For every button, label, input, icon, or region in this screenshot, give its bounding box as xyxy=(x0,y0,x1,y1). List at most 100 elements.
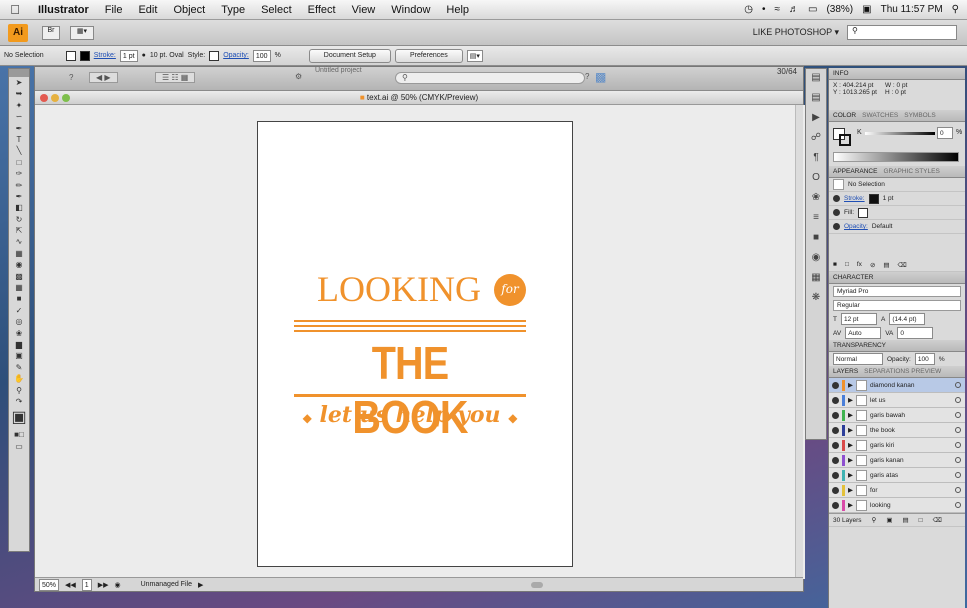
minimize-window-button[interactable] xyxy=(51,94,59,102)
visibility-eye-icon[interactable] xyxy=(833,195,840,202)
line-tool-icon[interactable]: ╲ xyxy=(9,145,29,156)
menu-window[interactable]: Window xyxy=(383,4,438,16)
blob-brush-tool-icon[interactable]: ✒ xyxy=(9,191,29,202)
menu-edit[interactable]: Edit xyxy=(130,4,165,16)
folder-icon[interactable]: ▩ xyxy=(595,70,606,84)
layer-name[interactable]: garis kanan xyxy=(870,457,904,464)
layer-name[interactable]: let us xyxy=(870,397,886,404)
layer-row[interactable]: ▶ garis atas xyxy=(829,468,965,483)
clear-appearance-icon[interactable]: ⊘ xyxy=(870,261,875,269)
layer-row[interactable]: ▶ for xyxy=(829,483,965,498)
layer-name[interactable]: garis atas xyxy=(870,472,898,479)
appearance-stroke-label[interactable]: Stroke: xyxy=(844,195,865,202)
menu-view[interactable]: View xyxy=(344,4,384,16)
visibility-eye-icon[interactable] xyxy=(832,501,839,509)
free-transform-tool-icon[interactable]: ▦ xyxy=(9,248,29,259)
menu-file[interactable]: File xyxy=(97,4,131,16)
arrange-documents-button[interactable]: ▦▾ xyxy=(70,25,94,40)
visibility-eye-icon[interactable] xyxy=(832,456,839,464)
layer-row[interactable]: ▶ let us xyxy=(829,393,965,408)
status-menu-arrow[interactable]: ▶ xyxy=(198,581,203,589)
slice-tool-icon[interactable]: ✎ xyxy=(9,362,29,373)
stroke-swatch[interactable] xyxy=(79,50,90,61)
brushes-icon[interactable]: ❀ xyxy=(806,189,826,207)
expand-arrow-icon[interactable]: ▶ xyxy=(848,456,853,464)
info-panel-header[interactable]: INFO xyxy=(829,68,965,80)
links-icon[interactable]: ☍ xyxy=(806,129,826,147)
artwork-looking-text[interactable]: LOOKING xyxy=(294,268,504,310)
visibility-eye-icon[interactable] xyxy=(832,426,839,434)
visibility-eye-icon[interactable] xyxy=(833,223,840,230)
display-icon[interactable]: ▣ xyxy=(862,4,871,15)
rotate-tool-icon[interactable]: ↻ xyxy=(9,214,29,225)
type-tool-icon[interactable]: T xyxy=(9,134,29,145)
target-circle-icon[interactable] xyxy=(955,502,961,508)
locate-object-icon[interactable]: ⚲ xyxy=(872,516,877,524)
mesh-tool-icon[interactable]: ▦ xyxy=(9,282,29,293)
layer-row[interactable]: ▶ garis bawah xyxy=(829,408,965,423)
artboard-tool-icon[interactable]: ▣ xyxy=(9,350,29,361)
paragraph-icon[interactable]: ¶ xyxy=(806,149,826,167)
align-panel-icon[interactable]: ▦ xyxy=(806,269,826,287)
horizontal-scroll-thumb[interactable] xyxy=(531,581,543,588)
diamond-left-icon[interactable]: ◆ xyxy=(303,411,312,425)
font-size-field[interactable]: 12 pt xyxy=(840,313,877,325)
artboard[interactable]: LOOKING for THE BOOK ◆ let us help you ◆ xyxy=(257,121,573,567)
appearance-fill-row[interactable]: Fill: xyxy=(829,206,965,220)
zoom-level-field[interactable]: 50% xyxy=(39,578,60,591)
new-fill-icon[interactable]: □ xyxy=(845,261,849,268)
expand-arrow-icon[interactable]: ▶ xyxy=(848,426,853,434)
make-clipping-mask-icon[interactable]: ▣ xyxy=(886,516,892,524)
layer-name[interactable]: diamond kanan xyxy=(870,382,914,389)
target-circle-icon[interactable] xyxy=(955,457,961,463)
leading-field[interactable]: (14.4 pt) xyxy=(889,313,926,325)
k-slider[interactable] xyxy=(865,132,935,135)
color-tab[interactable]: COLOR xyxy=(833,112,856,119)
delete-item-icon[interactable]: ⌫ xyxy=(898,261,907,269)
menu-type[interactable]: Type xyxy=(213,4,253,16)
blend-mode-dropdown[interactable]: Normal xyxy=(833,353,883,365)
layer-name[interactable]: looking xyxy=(870,502,891,509)
help-search-input[interactable]: ⚲ xyxy=(847,25,957,40)
visibility-eye-icon[interactable] xyxy=(832,381,839,389)
vertical-scrollbar[interactable] xyxy=(795,105,803,579)
new-layer-icon[interactable]: □ xyxy=(919,517,923,524)
rectangle-tool-icon[interactable]: □ xyxy=(9,157,29,168)
expand-arrow-icon[interactable]: ▶ xyxy=(848,486,853,494)
warp-tool-icon[interactable]: ∿ xyxy=(9,236,29,247)
symbols-panel-icon[interactable]: ❋ xyxy=(806,289,826,307)
target-circle-icon[interactable] xyxy=(955,472,961,478)
visibility-eye-icon[interactable] xyxy=(832,411,839,419)
preferences-button[interactable]: Preferences xyxy=(394,48,463,63)
symbols-tab[interactable]: SYMBOLS xyxy=(904,112,935,119)
font-style-dropdown[interactable]: Regular xyxy=(833,299,961,311)
hand-tool-icon[interactable]: ✋ xyxy=(9,373,29,384)
nav-arrows[interactable]: ◀ ▶ xyxy=(89,72,118,83)
transparency-opacity-field[interactable]: 100 xyxy=(914,353,935,365)
artwork-for-badge[interactable]: for xyxy=(494,274,526,306)
column-graph-tool-icon[interactable]: ▆ xyxy=(9,339,29,350)
document-info-icon[interactable]: ▤ xyxy=(806,89,826,107)
help-icon-2[interactable]: ? xyxy=(585,72,589,81)
target-circle-icon[interactable] xyxy=(955,412,961,418)
menu-object[interactable]: Object xyxy=(165,4,213,16)
screen-mode-icon[interactable]: ▭ xyxy=(9,441,29,452)
appearance-stroke-swatch[interactable] xyxy=(868,193,879,204)
stroke-label[interactable]: Stroke: xyxy=(94,52,116,59)
bridge-search-field[interactable]: ⚲ xyxy=(395,72,585,84)
opacity-label[interactable]: Opacity: xyxy=(223,52,249,59)
visibility-eye-icon[interactable] xyxy=(832,441,839,449)
stroke-panel-icon[interactable]: ≡ xyxy=(806,209,826,227)
expand-arrow-icon[interactable]: ▶ xyxy=(848,501,853,509)
expand-arrow-icon[interactable]: ▶ xyxy=(848,471,853,479)
new-sublayer-icon[interactable]: ▤ xyxy=(902,516,908,524)
appearance-tab[interactable]: APPEARANCE xyxy=(833,168,877,175)
target-circle-icon[interactable] xyxy=(955,382,961,388)
artwork-stripe-line[interactable] xyxy=(294,325,526,327)
scale-tool-icon[interactable]: ⇱ xyxy=(9,225,29,236)
stroke-color-swatch[interactable] xyxy=(839,134,851,146)
close-window-button[interactable] xyxy=(40,94,48,102)
project-breadcrumb[interactable]: Untitled project xyxy=(315,67,362,74)
fill-swatch[interactable] xyxy=(65,50,76,61)
menu-select[interactable]: Select xyxy=(253,4,300,16)
